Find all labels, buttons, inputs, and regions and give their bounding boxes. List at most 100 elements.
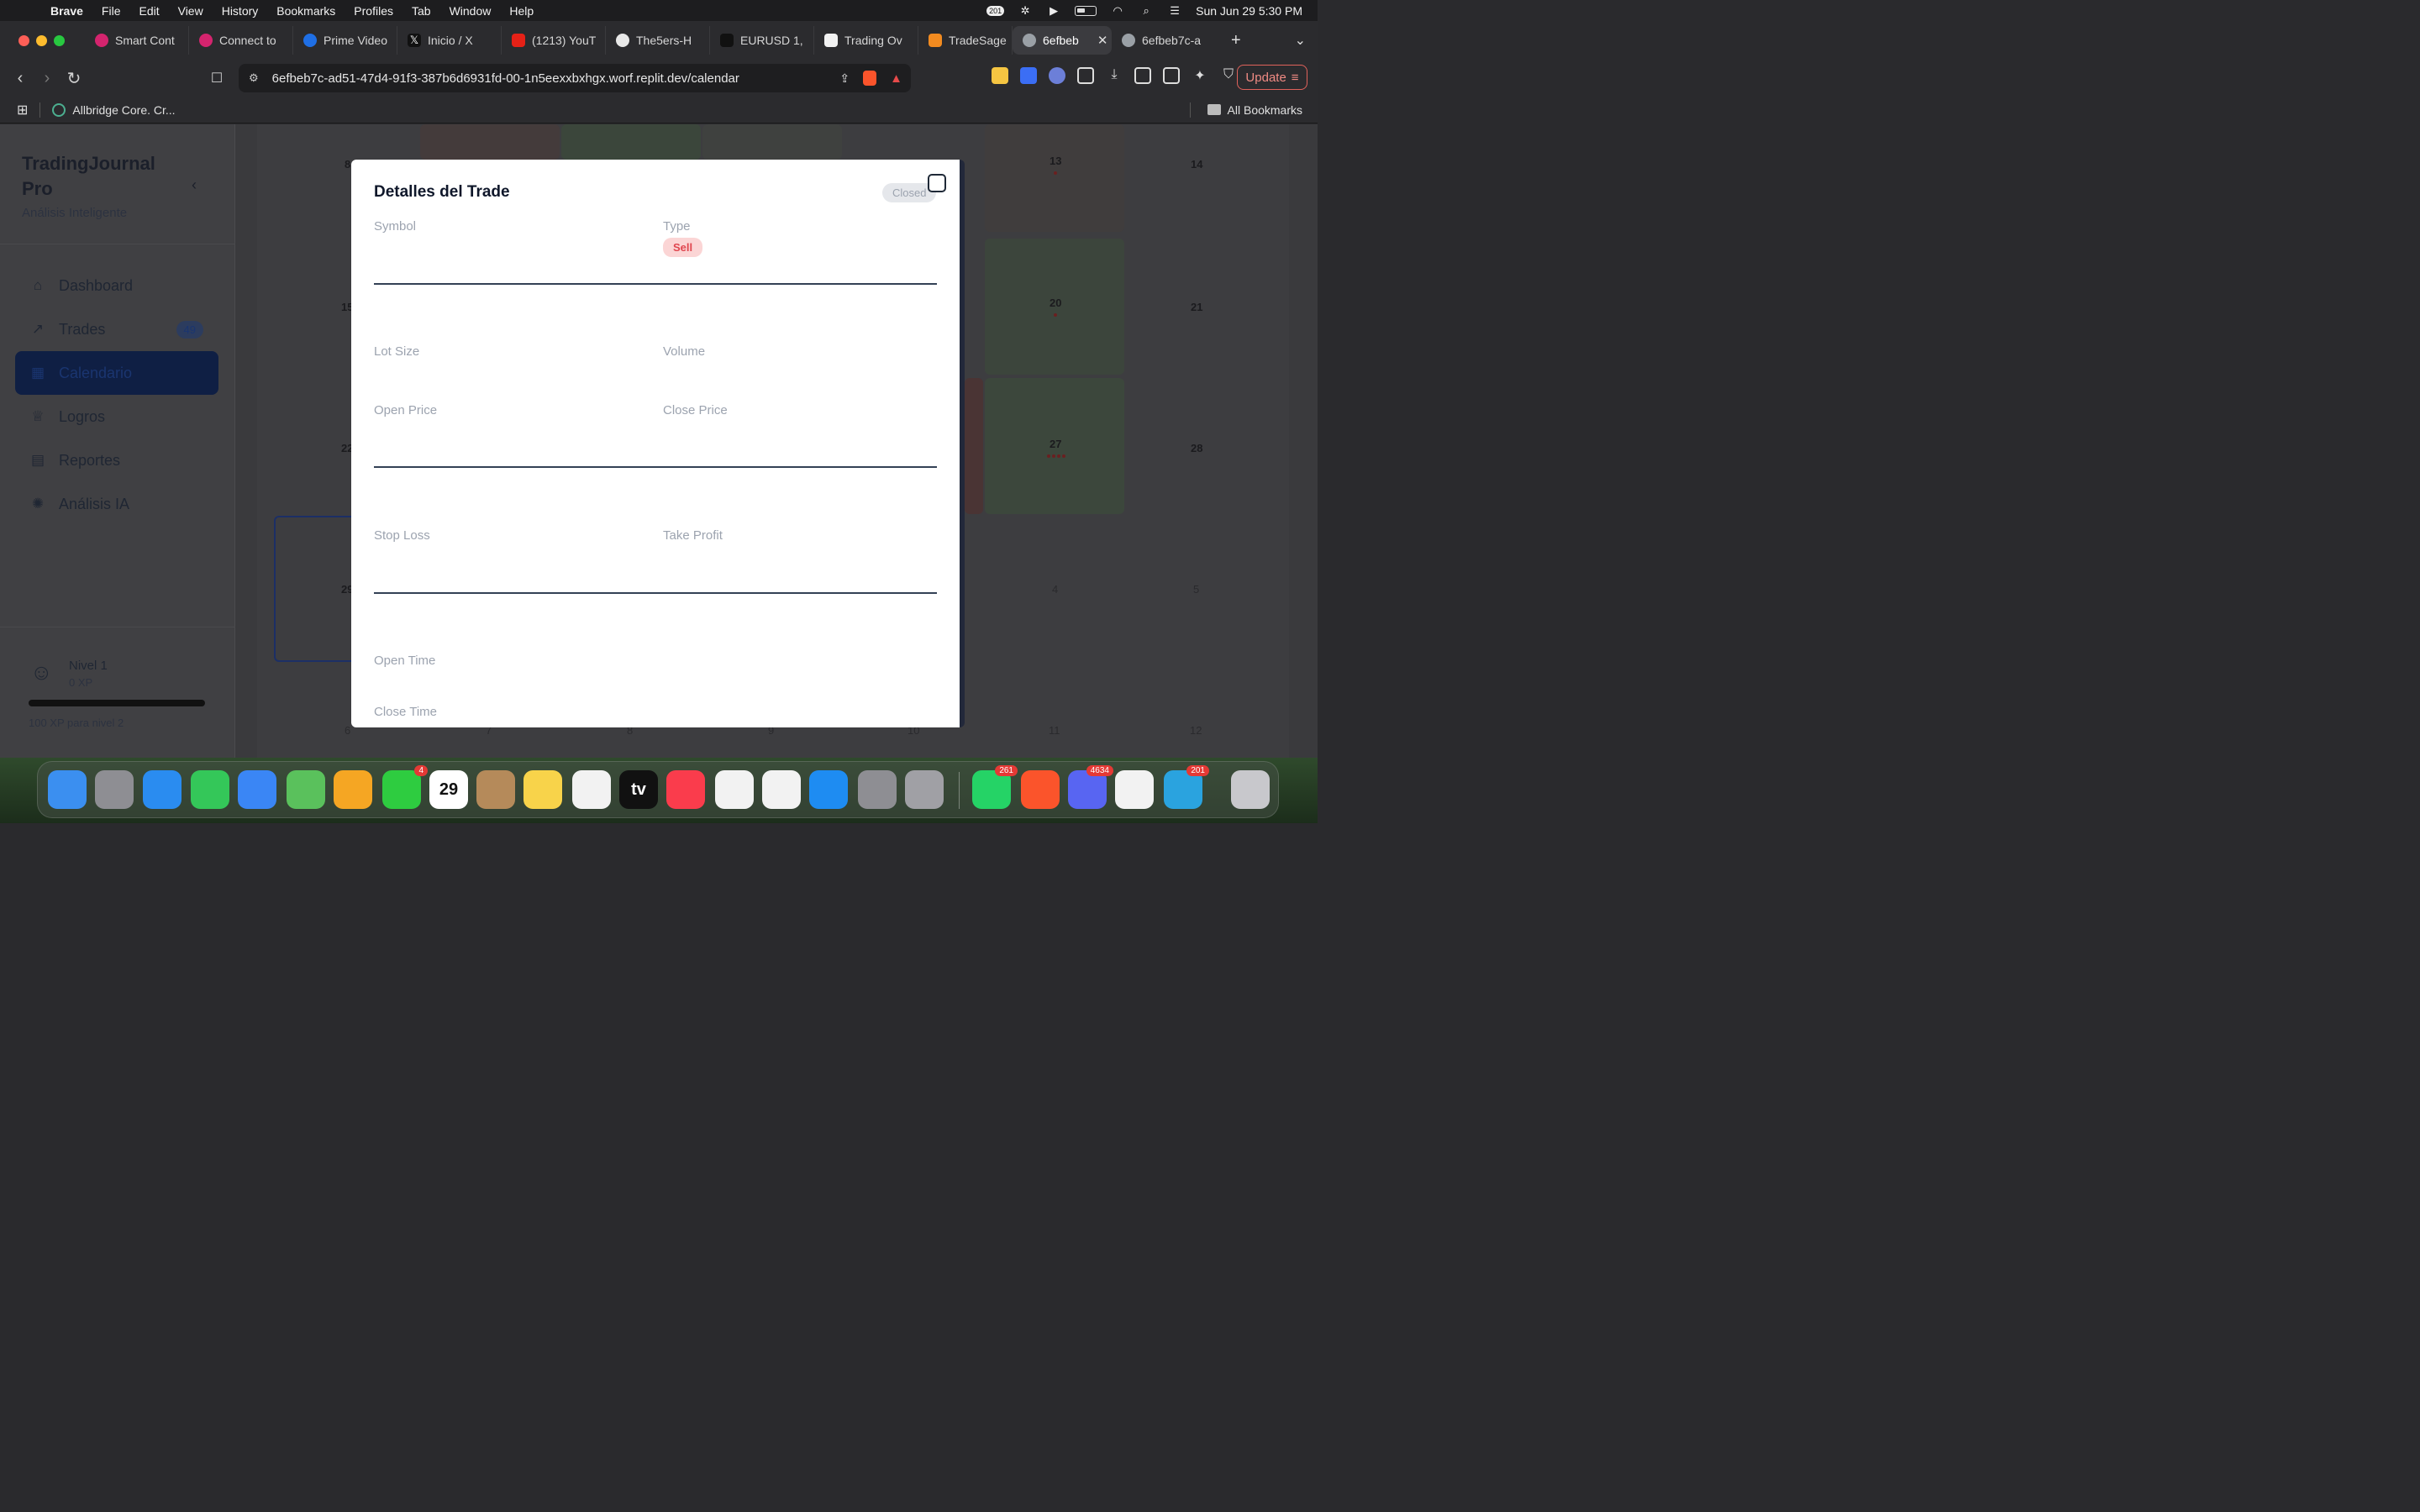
battery-icon[interactable] (1075, 5, 1097, 16)
calendar-day-cell[interactable] (561, 124, 701, 160)
messages-icon[interactable] (191, 770, 229, 809)
close-modal-button[interactable] (928, 174, 946, 192)
browser-tab[interactable]: Prime Video (293, 26, 397, 55)
reminders-icon[interactable] (762, 770, 801, 809)
system-settings-icon[interactable] (858, 770, 897, 809)
wallet-icon[interactable] (1163, 67, 1180, 84)
leo-ai-icon[interactable]: ✦ (1192, 67, 1208, 84)
menu-file[interactable]: File (102, 4, 121, 18)
sidebar-icon[interactable] (1134, 67, 1151, 84)
sidebar-item-logros[interactable]: ♕ Logros (15, 395, 218, 438)
all-bookmarks-button[interactable]: All Bookmarks (1189, 102, 1302, 118)
launchpad-icon[interactable] (95, 770, 134, 809)
menu-bookmarks[interactable]: Bookmarks (276, 4, 335, 18)
brave-shields-icon[interactable] (863, 71, 877, 86)
browser-tab[interactable]: Trading Ov (814, 26, 918, 55)
minimize-window-button[interactable] (36, 34, 47, 46)
telegram-icon[interactable]: 201 (1164, 765, 1209, 809)
play-icon[interactable]: ▶ (1046, 4, 1061, 17)
maps-icon[interactable] (287, 770, 325, 809)
clock[interactable]: Sun Jun 29 5:30 PM (1196, 4, 1302, 18)
openai-icon[interactable]: ✲ (1018, 4, 1033, 17)
vscode-icon[interactable] (1115, 770, 1154, 809)
browser-tab[interactable]: Connect to (189, 26, 293, 55)
tv-icon[interactable]: tv (619, 770, 658, 809)
menu-edit[interactable]: Edit (139, 4, 159, 18)
calendar-day-cell[interactable] (965, 378, 983, 514)
extension-icon[interactable] (1020, 67, 1037, 84)
finder-icon[interactable] (48, 770, 87, 809)
menu-view[interactable]: View (178, 4, 203, 18)
zoom-window-button[interactable] (54, 34, 65, 46)
calendar-icon[interactable]: 29 (429, 770, 468, 809)
photos-icon[interactable] (334, 770, 372, 809)
browser-tab[interactable]: 6efbeb7c-a (1112, 26, 1219, 55)
apps-grid-icon[interactable]: ⊞ (17, 102, 28, 118)
puzzle-icon[interactable] (1077, 67, 1094, 84)
trades-count-badge: 49 (176, 320, 203, 339)
safari-icon[interactable] (143, 770, 182, 809)
vpn-icon[interactable]: ⛉ (1220, 67, 1237, 84)
dock: 4 29 tv 261 4634 201 (37, 761, 1279, 818)
sidebar-item-trades[interactable]: ↗ Trades 49 (15, 307, 218, 351)
menu-help[interactable]: Help (509, 4, 534, 18)
browser-tab[interactable]: Smart Cont (85, 26, 189, 55)
forward-icon[interactable]: › (34, 69, 60, 88)
menu-window[interactable]: Window (450, 4, 492, 18)
facetime-icon[interactable]: 4 (382, 765, 428, 809)
bookmark-icon[interactable]: ☐ (203, 70, 230, 87)
tab-label: Inicio / X (428, 34, 473, 47)
whatsapp-icon[interactable]: 261 (972, 765, 1018, 809)
site-settings-icon[interactable]: ⚙ (249, 71, 259, 85)
wifi-icon[interactable]: ◠ (1110, 4, 1125, 17)
chevron-left-icon[interactable]: ‹ (192, 176, 197, 194)
browser-tab[interactable]: 𝕏 Inicio / X (397, 26, 502, 55)
calendar-day-cell[interactable] (702, 124, 842, 160)
menu-tab[interactable]: Tab (412, 4, 431, 18)
app-store-icon[interactable] (809, 770, 848, 809)
spotlight-search-icon[interactable]: ⌕ (1139, 4, 1154, 17)
browser-tab[interactable]: The5ers-H (606, 26, 710, 55)
menu-profiles[interactable]: Profiles (354, 4, 393, 18)
brave-icon[interactable] (1021, 770, 1060, 809)
back-icon[interactable]: ‹ (7, 69, 34, 88)
download-icon[interactable]: ⤓ (1106, 67, 1123, 84)
all-bookmarks-label: All Bookmarks (1227, 102, 1302, 117)
address-bar[interactable]: ⚙ 6efbeb7c-ad51-47d4-91f3-387b6d6931fd-0… (239, 64, 911, 92)
sidebar-item-reportes[interactable]: ▤ Reportes (15, 438, 218, 482)
contacts-icon[interactable] (476, 770, 515, 809)
control-center-icon[interactable]: ☰ (1167, 4, 1182, 17)
extension-icon[interactable] (992, 67, 1008, 84)
menu-history[interactable]: History (222, 4, 259, 18)
status-badge[interactable]: 201 (986, 5, 1005, 16)
music-icon[interactable] (666, 770, 705, 809)
bookmark-item[interactable]: Allbridge Core. Cr... (52, 102, 176, 117)
browser-tab[interactable]: TradeSage (918, 26, 1013, 55)
sidebar-item-calendario[interactable]: ▦ Calendario (15, 351, 218, 395)
url-text[interactable]: 6efbeb7c-ad51-47d4-91f3-387b6d6931fd-00-… (272, 71, 739, 86)
update-button[interactable]: Update ≡ (1237, 65, 1307, 90)
sidebar-item-analisis-ia[interactable]: ✺ Análisis IA (15, 482, 218, 526)
share-icon[interactable]: ⇪ (839, 71, 850, 86)
browser-tab[interactable]: EURUSD 1, (710, 26, 814, 55)
trash-icon[interactable] (1231, 770, 1270, 809)
news-icon[interactable] (715, 770, 754, 809)
reload-icon[interactable]: ↻ (60, 68, 87, 89)
discord-icon[interactable]: 4634 (1068, 765, 1113, 809)
notes-icon[interactable] (523, 770, 562, 809)
mail-icon[interactable] (238, 770, 276, 809)
extension-icon[interactable] (1049, 67, 1065, 84)
calendar-day-cell[interactable] (420, 124, 560, 160)
chevron-down-icon[interactable]: ⌄ (1295, 32, 1306, 49)
freeform-icon[interactable] (572, 770, 611, 809)
menu-app-name[interactable]: Brave (50, 4, 83, 18)
sidebar-item-dashboard[interactable]: ⌂ Dashboard (15, 264, 218, 307)
brave-rewards-icon[interactable]: ▲ (890, 71, 902, 86)
close-window-button[interactable] (18, 34, 29, 46)
new-tab-icon[interactable]: + (1231, 31, 1241, 50)
browser-tab[interactable]: (1213) YouT (502, 26, 606, 55)
browser-tab-active[interactable]: 6efbeb ✕ (1013, 26, 1112, 55)
calendar-day-cell[interactable] (985, 124, 1124, 232)
close-tab-icon[interactable]: ✕ (1097, 33, 1108, 48)
iphone-mirroring-icon[interactable] (905, 770, 944, 809)
